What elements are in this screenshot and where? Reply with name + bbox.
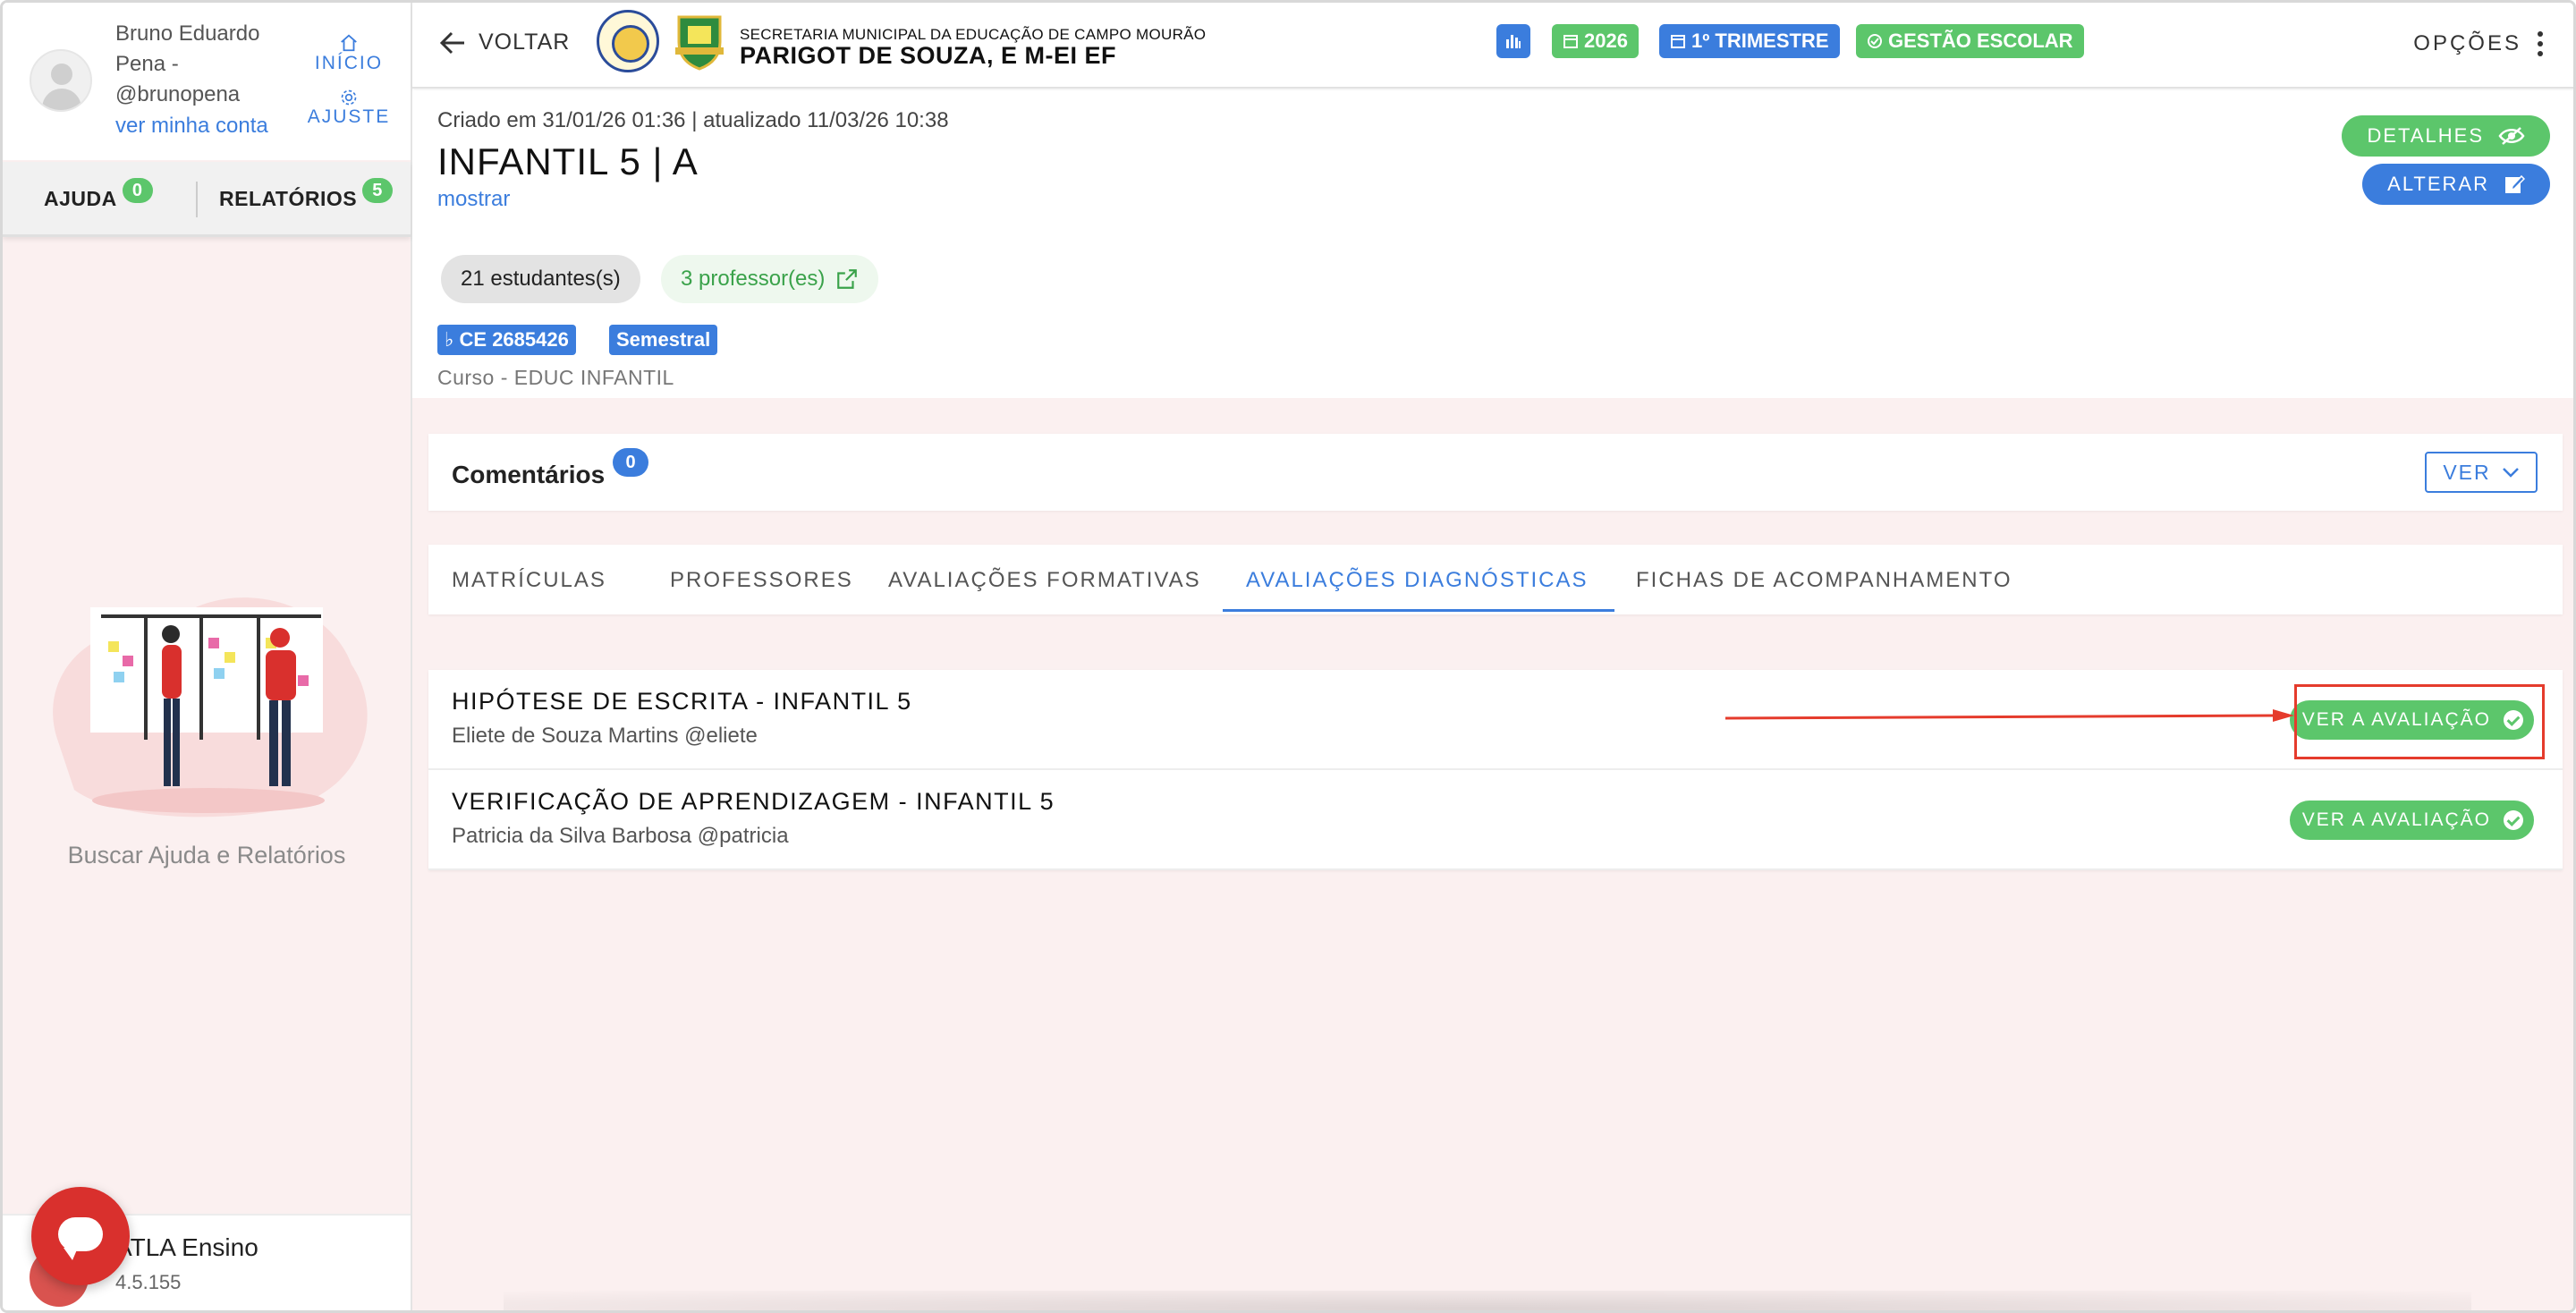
options-label: OPÇÕES (2413, 31, 2521, 55)
top-header: VOLTAR SECRETARIA MUNICIPAL DA EDUCAÇÃO … (412, 3, 2573, 89)
app-window: Bruno Eduardo Pena - @brunopena ver minh… (0, 0, 2576, 1313)
details-button-label: DETALHES (2367, 124, 2484, 147)
gear-icon (341, 89, 357, 106)
settings-link[interactable]: AJUSTE (307, 89, 391, 128)
evaluation-title: HIPÓTESE DE ESCRITA - INFANTIL 5 (452, 688, 912, 715)
back-button[interactable]: VOLTAR (439, 30, 570, 55)
evaluation-author: Patricia da Silva Barbosa @patricia (452, 824, 789, 848)
org-name: PARIGOT DE SOUZA, E M-EI EF (740, 42, 1117, 69)
tab-help-label: AJUDA (44, 187, 117, 210)
comments-section: Comentários 0 VER (428, 434, 2563, 511)
students-count-label: 21 estudantes(s) (461, 267, 621, 291)
main-content: Criado em 31/01/26 01:36 | atualizado 11… (412, 90, 2573, 1310)
city-coat-of-arms-logo (675, 15, 724, 71)
view-evaluation-label: VER A AVALIAÇÃO (2301, 809, 2491, 830)
comments-count-badge: 0 (613, 448, 648, 477)
home-link[interactable]: INÍCIO (307, 33, 391, 74)
class-tabs: MATRÍCULAS PROFESSORES AVALIAÇÕES FORMAT… (428, 545, 2563, 614)
eye-off-icon (2498, 127, 2525, 145)
calendar-icon (1671, 35, 1685, 48)
home-icon (341, 34, 357, 52)
back-button-label: VOLTAR (479, 30, 571, 55)
chat-bubble-icon (58, 1217, 103, 1260)
details-button[interactable]: DETALHES (2342, 115, 2550, 157)
view-comments-button[interactable]: VER (2425, 452, 2538, 493)
course-name: Curso - EDUC INFANTIL (437, 366, 674, 389)
secretariat-seal-logo (597, 10, 659, 72)
tab-enrollments[interactable]: MATRÍCULAS (452, 568, 606, 593)
school-management-chip[interactable]: GESTÃO ESCOLAR (1856, 24, 2084, 58)
sidebar: Bruno Eduardo Pena - @brunopena ver minh… (3, 3, 412, 1310)
tab-reports-label: RELATÓRIOS (219, 187, 358, 210)
year-chip[interactable]: 2026 (1552, 24, 1639, 58)
class-info-panel: Criado em 31/01/26 01:36 | atualizado 11… (412, 90, 2573, 398)
class-meta: Criado em 31/01/26 01:36 | atualizado 11… (437, 108, 949, 132)
period-label: Semestral (616, 328, 711, 351)
class-code-label: CE 2685426 (459, 328, 569, 351)
evaluations-list: HIPÓTESE DE ESCRITA - INFANTIL 5 Eliete … (428, 670, 2563, 870)
year-chip-label: 2026 (1584, 30, 1628, 52)
tab-tracking-sheets[interactable]: FICHAS DE ACOMPANHAMENTO (1636, 568, 2012, 593)
page-title: INFANTIL 5 | A (437, 140, 699, 182)
sidebar-tabs: AJUDA 0 RELATÓRIOS 5 (3, 162, 411, 237)
tab-diagnostic-evaluations[interactable]: AVALIAÇÕES DIAGNÓSTICAS (1246, 568, 1589, 593)
bar-chart-icon (1506, 35, 1521, 48)
teachers-count-label: 3 professor(es) (681, 267, 826, 291)
calendar-icon (1563, 35, 1578, 48)
period-tag: Semestral (609, 325, 718, 355)
check-circle-icon (2504, 810, 2523, 830)
active-tab-indicator (1223, 609, 1614, 612)
avatar[interactable] (30, 49, 92, 112)
class-code-tag: ♭ CE 2685426 (437, 325, 576, 355)
app-name: ATLA Ensino (115, 1233, 258, 1261)
tab-reports[interactable]: RELATÓRIOS 5 (219, 178, 394, 211)
tab-formative-evaluations[interactable]: AVALIAÇÕES FORMATIVAS (888, 568, 1201, 593)
chevron-down-icon (2502, 468, 2519, 478)
stats-button[interactable] (1496, 24, 1530, 58)
user-name-line: Pena - (115, 52, 179, 76)
ribbon-icon: ♭ (445, 328, 454, 351)
teachers-count-pill[interactable]: 3 professor(es) (661, 255, 879, 303)
my-account-link[interactable]: ver minha conta (115, 114, 268, 139)
arrow-left-icon (439, 31, 464, 54)
view-comments-label: VER (2443, 460, 2491, 484)
chat-button[interactable] (31, 1187, 130, 1285)
evaluation-author: Eliete de Souza Martins @eliete (452, 724, 758, 748)
view-evaluation-button[interactable]: VER A AVALIAÇÃO (2289, 801, 2534, 840)
show-link[interactable]: mostrar (437, 187, 510, 212)
school-management-label: GESTÃO ESCOLAR (1888, 30, 2073, 52)
kebab-menu-icon (2538, 31, 2543, 56)
help-illustration (53, 597, 368, 817)
tab-teachers[interactable]: PROFESSORES (670, 568, 853, 593)
reports-count-badge: 5 (362, 178, 394, 203)
annotation-highlight-box (2294, 684, 2545, 759)
list-item: VERIFICAÇÃO DE APRENDIZAGEM - INFANTIL 5… (428, 770, 2563, 870)
help-search-text[interactable]: Buscar Ajuda e Relatórios (3, 842, 411, 869)
app-version: 4.5.155 (115, 1271, 182, 1293)
term-chip[interactable]: 1º TRIMESTRE (1659, 24, 1840, 58)
term-chip-label: 1º TRIMESTRE (1691, 30, 1829, 52)
user-name-line: Bruno Eduardo (115, 21, 260, 46)
students-count-pill[interactable]: 21 estudantes(s) (441, 255, 640, 303)
annotation-arrow (1725, 709, 2294, 722)
tab-help[interactable]: AJUDA 0 (44, 178, 153, 211)
edit-button-label: ALTERAR (2387, 173, 2489, 195)
home-link-label: INÍCIO (314, 53, 384, 73)
help-count-badge: 0 (122, 178, 153, 203)
edit-button[interactable]: ALTERAR (2362, 164, 2550, 205)
divider (196, 182, 198, 217)
options-menu[interactable]: OPÇÕES (2413, 31, 2543, 56)
user-box: Bruno Eduardo Pena - @brunopena ver minh… (3, 3, 411, 160)
evaluation-title: VERIFICAÇÃO DE APRENDIZAGEM - INFANTIL 5 (452, 788, 1055, 815)
check-circle-icon (1868, 34, 1882, 48)
user-name: Bruno Eduardo Pena - @brunopena (115, 19, 294, 110)
user-handle: @brunopena (115, 82, 241, 106)
edit-icon (2505, 174, 2525, 193)
comments-title: Comentários (452, 461, 606, 488)
settings-link-label: AJUSTE (307, 106, 391, 127)
org-subtitle: SECRETARIA MUNICIPAL DA EDUCAÇÃO DE CAMP… (740, 26, 1207, 43)
external-link-icon (837, 269, 858, 289)
bottom-shadow (504, 1291, 2471, 1310)
